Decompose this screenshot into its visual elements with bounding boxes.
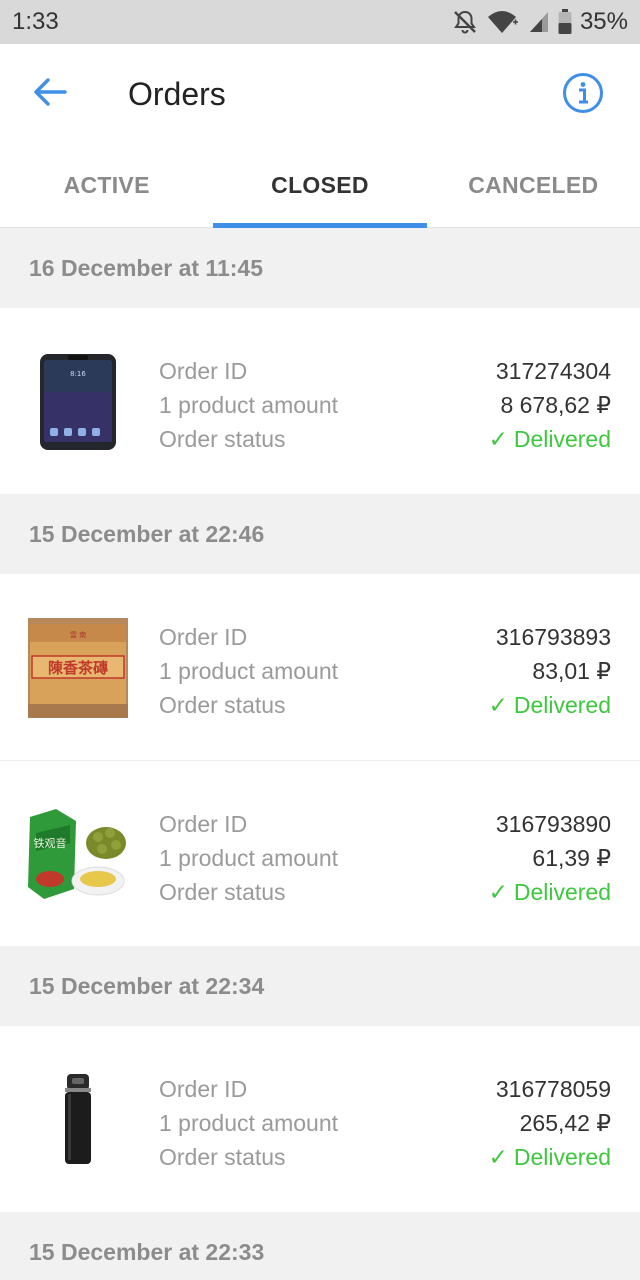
signal-icon (528, 10, 550, 34)
order-id-label: Order ID (159, 1076, 248, 1102)
status-bar: 1:33 35% (0, 0, 640, 44)
info-icon (562, 73, 604, 118)
amount-label: 1 product amount (159, 1110, 339, 1136)
order-item[interactable]: 铁观音 Order ID 1 product amount Order stat… (0, 760, 640, 946)
svg-text:雲 南: 雲 南 (70, 630, 86, 639)
order-status-value: ✓ Delivered (489, 875, 611, 909)
svg-text:陳香茶磚: 陳香茶磚 (48, 659, 108, 677)
amount-value: 265,42 ₽ (519, 1110, 611, 1136)
order-status-value: ✓ Delivered (489, 422, 611, 456)
order-id-label: Order ID (159, 624, 248, 650)
order-id-label: Order ID (159, 358, 248, 384)
status-text: Delivered (513, 426, 611, 452)
checkmark-icon: ✓ (488, 1144, 508, 1170)
battery-percent: 35% (579, 8, 628, 35)
order-status-value: ✓ Delivered (489, 688, 611, 722)
order-item[interactable]: 陳香茶磚 雲 南 Order ID 1 product amount Order … (0, 574, 640, 760)
svg-text:铁观音: 铁观音 (34, 836, 67, 850)
amount-label: 1 product amount (159, 845, 339, 871)
order-tabs: ACTIVE CLOSED CANCELED (0, 144, 640, 228)
tab-canceled[interactable]: CANCELED (427, 144, 640, 227)
order-labels: Order ID 1 product amount Order status (159, 620, 338, 722)
checkmark-icon: ✓ (488, 879, 508, 905)
order-id-label: Order ID (159, 811, 248, 837)
date-header: 15 December at 22:34 (0, 946, 640, 1026)
oolong-tea-image: 铁观音 (26, 803, 130, 907)
order-item[interactable]: Order ID 1 product amount Order status 3… (0, 1026, 640, 1212)
order-labels: Order ID 1 product amount Order status (159, 1072, 338, 1174)
amount-value: 61,39 ₽ (532, 845, 611, 871)
back-button[interactable] (30, 74, 70, 114)
status-label: Order status (159, 1144, 286, 1170)
thermos-image (26, 1068, 130, 1172)
info-button[interactable] (562, 72, 604, 114)
order-labels: Order ID 1 product amount Order status (159, 807, 338, 909)
status-time: 1:33 (12, 8, 59, 35)
status-icons: 35% (452, 8, 628, 36)
date-header: 16 December at 11:45 (0, 228, 640, 308)
app-bar: Orders (0, 44, 640, 144)
order-labels: Order ID 1 product amount Order status (159, 354, 338, 456)
status-text: Delivered (513, 692, 611, 718)
page-title: Orders (128, 76, 226, 112)
status-label: Order status (159, 692, 286, 718)
smartphone-image: 8:16 (26, 350, 130, 454)
order-id-value: 317274304 (495, 358, 611, 384)
tab-active[interactable]: ACTIVE (0, 144, 213, 227)
checkmark-icon: ✓ (488, 426, 508, 452)
order-values: 317274304 8 678,62 ₽ ✓ Delivered (489, 354, 611, 456)
amount-label: 1 product amount (159, 392, 339, 418)
svg-text:8:16: 8:16 (70, 370, 86, 378)
wifi-icon (486, 9, 520, 35)
amount-label: 1 product amount (159, 658, 339, 684)
tab-closed[interactable]: CLOSED (213, 144, 427, 228)
order-values: 316793890 61,39 ₽ ✓ Delivered (489, 807, 611, 909)
checkmark-icon: ✓ (488, 692, 508, 718)
arrow-left-icon (33, 77, 67, 112)
date-header: 15 December at 22:46 (0, 494, 640, 574)
order-id-value: 316778059 (495, 1076, 611, 1102)
date-header: 15 December at 22:33 (0, 1212, 640, 1280)
amount-value: 8 678,62 ₽ (500, 392, 611, 418)
status-text: Delivered (513, 879, 611, 905)
order-item[interactable]: 8:16 Order ID 1 product amount Order sta… (0, 308, 640, 494)
status-text: Delivered (513, 1144, 611, 1170)
order-values: 316793893 83,01 ₽ ✓ Delivered (489, 620, 611, 722)
amount-value: 83,01 ₽ (532, 658, 611, 684)
tea-brick-image: 陳香茶磚雲 南 (26, 616, 130, 720)
order-values: 316778059 265,42 ₽ ✓ Delivered (489, 1072, 611, 1174)
order-id-value: 316793890 (495, 811, 611, 837)
order-id-value: 316793893 (495, 624, 611, 650)
status-label: Order status (159, 426, 286, 452)
notifications-off-icon (452, 9, 478, 35)
battery-icon (558, 9, 572, 35)
orders-list: 16 December at 11:45 8:16 Order ID 1 pro… (0, 228, 640, 1280)
order-status-value: ✓ Delivered (489, 1140, 611, 1174)
status-label: Order status (159, 879, 286, 905)
